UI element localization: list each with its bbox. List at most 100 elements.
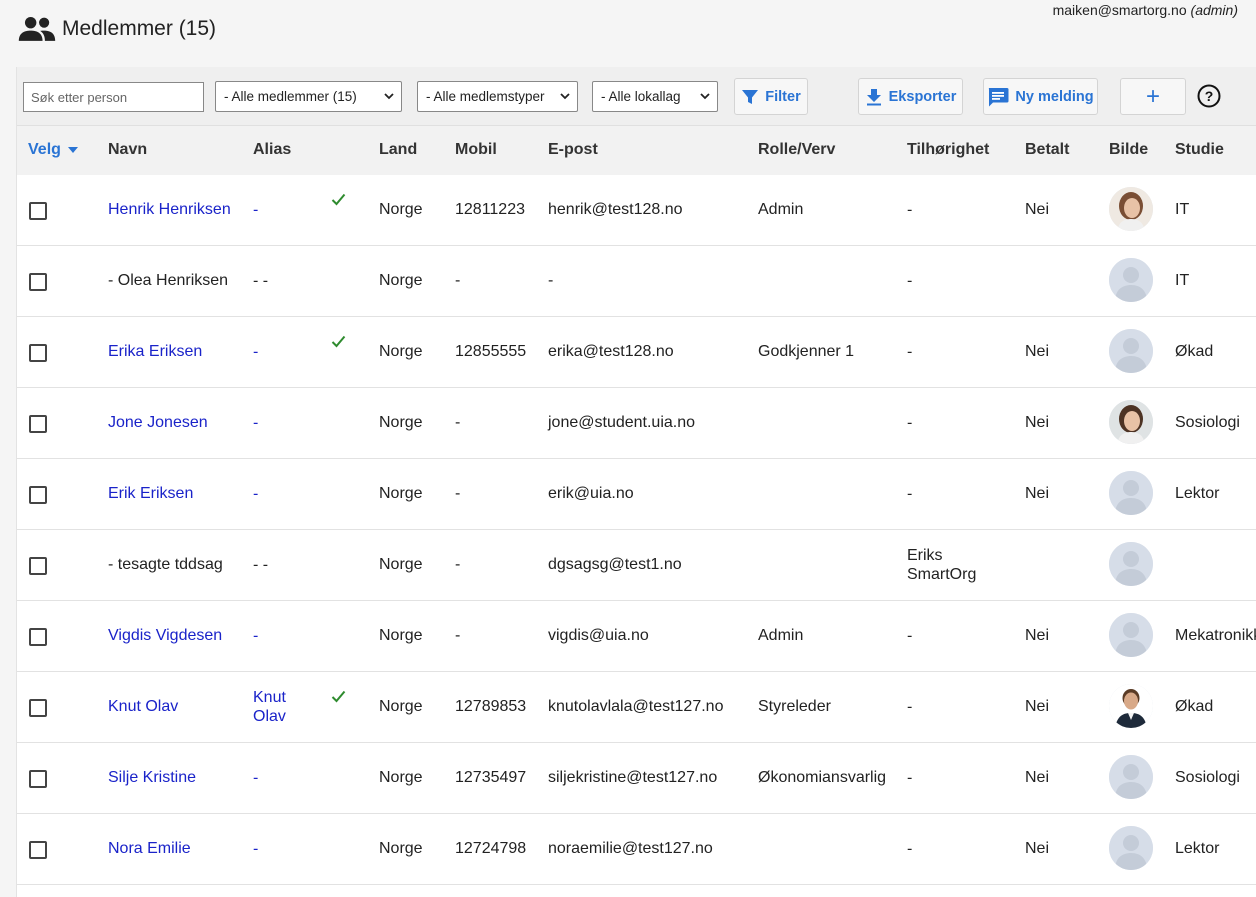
table-row[interactable]: Vigdis Vigdesen - Norge - vigdis@uia.no Admin… — [17, 601, 1256, 672]
country-column-header[interactable]: Land — [379, 141, 417, 159]
row-select-checkbox[interactable] — [29, 273, 47, 291]
members-panel: - Alle medlemmer (15) - Alle medlemstype… — [16, 67, 1256, 897]
caret-down-icon — [67, 147, 78, 153]
email-column-header[interactable]: E-post — [548, 141, 598, 159]
row-select-checkbox[interactable] — [29, 415, 47, 433]
member-role: Admin — [758, 627, 804, 644]
download-icon — [866, 88, 881, 105]
user-role: (admin) — [1190, 2, 1238, 18]
member-alias[interactable]: - — [253, 627, 299, 646]
message-icon — [989, 87, 1009, 106]
row-select-checkbox[interactable] — [29, 344, 47, 362]
member-paid: Nei — [1025, 343, 1050, 360]
member-paid: Nei — [1025, 698, 1050, 715]
table-row[interactable]: Nora Emilie - Norge 12724798 noraemilie@test… — [17, 814, 1256, 885]
avatar — [1109, 542, 1153, 586]
branches-select-value: - Alle lokallag — [601, 89, 681, 104]
export-button[interactable]: Eksporter — [858, 78, 963, 115]
row-select-checkbox[interactable] — [29, 557, 47, 575]
member-country: Norge — [379, 698, 423, 715]
table-row[interactable]: - tesagte tddsag - - Norge - dgsagsg@test1.n… — [17, 530, 1256, 601]
help-button[interactable]: ? — [1197, 84, 1221, 113]
member-alias[interactable]: - — [253, 343, 299, 362]
add-member-button[interactable]: + — [1120, 78, 1186, 115]
avatar — [1109, 471, 1153, 515]
avatar — [1109, 329, 1153, 373]
member-affiliation: - — [907, 272, 913, 290]
select-column-label: Velg — [28, 141, 61, 158]
search-input[interactable] — [23, 82, 204, 112]
member-country: Norge — [379, 201, 423, 218]
export-label: Eksporter — [888, 88, 957, 105]
affiliation-column-header[interactable]: Tilhørighet — [907, 141, 989, 159]
filter-label: Filter — [765, 88, 801, 105]
branches-select[interactable]: - Alle lokallag — [592, 81, 718, 112]
member-name: - tesagte tddsag — [108, 556, 223, 573]
table-header: Velg Navn Alias Land Mobil E-post Rolle/… — [17, 126, 1256, 176]
chevron-down-icon — [560, 93, 570, 100]
member-alias[interactable]: - — [253, 485, 299, 504]
member-name[interactable]: Jone Jonesen — [108, 414, 208, 432]
member-name[interactable]: Erika Eriksen — [108, 343, 202, 361]
table-row[interactable]: Erika Eriksen - Norge 12855555 erika@test128… — [17, 317, 1256, 388]
member-role: Økonomiansvarlig — [758, 769, 887, 786]
table-row[interactable]: Jone Jonesen - Norge - jone@student.uia.no - N… — [17, 388, 1256, 459]
page-header: Medlemmer (15) — [18, 16, 216, 42]
photo-column-header[interactable]: Bilde — [1109, 141, 1148, 159]
member-alias[interactable]: - — [253, 769, 299, 788]
member-name[interactable]: Nora Emilie — [108, 840, 191, 858]
alias-column-header[interactable]: Alias — [253, 141, 291, 159]
member-email: erik@uia.no — [548, 485, 634, 502]
page-title: Medlemmer (15) — [62, 17, 217, 40]
member-name[interactable]: Henrik Henriksen — [108, 201, 231, 219]
table-row[interactable]: Henrik Henriksen - Norge 12811223 henrik@tes… — [17, 175, 1256, 246]
avatar — [1109, 684, 1153, 728]
row-select-checkbox[interactable] — [29, 699, 47, 717]
row-select-checkbox[interactable] — [29, 841, 47, 859]
row-select-checkbox[interactable] — [29, 202, 47, 220]
chevron-down-icon — [384, 93, 394, 100]
member-types-select[interactable]: - Alle medlemstyper — [417, 81, 578, 112]
member-country: Norge — [379, 627, 423, 644]
member-study: IT — [1175, 201, 1190, 218]
member-name[interactable]: Erik Eriksen — [108, 485, 193, 503]
member-affiliation: - — [907, 840, 913, 858]
member-role: Godkjenner 1 — [758, 343, 855, 360]
filter-button[interactable]: Filter — [734, 78, 808, 115]
member-affiliation: - — [907, 627, 913, 645]
member-study: Økad — [1175, 343, 1214, 360]
row-select-checkbox[interactable] — [29, 628, 47, 646]
study-column-header[interactable]: Studie — [1175, 141, 1224, 159]
new-message-button[interactable]: Ny melding — [983, 78, 1098, 115]
row-select-checkbox[interactable] — [29, 770, 47, 788]
member-paid: Nei — [1025, 840, 1050, 857]
name-column-header[interactable]: Navn — [108, 141, 147, 159]
member-email: dgsagsg@test1.no — [548, 556, 682, 573]
table-row[interactable]: Knut Olav Knut Olav Norge 12789853 knutolavl… — [17, 672, 1256, 743]
member-alias[interactable]: - — [253, 201, 299, 220]
checkmark-icon — [331, 690, 346, 703]
member-country: Norge — [379, 272, 423, 289]
member-name[interactable]: Knut Olav — [108, 698, 178, 716]
people-icon — [18, 16, 56, 41]
paid-column-header[interactable]: Betalt — [1025, 141, 1069, 159]
row-select-checkbox[interactable] — [29, 486, 47, 504]
member-name[interactable]: Vigdis Vigdesen — [108, 627, 222, 645]
chevron-down-icon — [700, 93, 710, 100]
mobile-column-header[interactable]: Mobil — [455, 141, 497, 159]
select-column-header[interactable]: Velg — [28, 141, 79, 159]
member-alias[interactable]: Knut Olav — [253, 688, 299, 726]
member-mobile: - — [455, 556, 461, 573]
role-column-header[interactable]: Rolle/Verv — [758, 141, 835, 159]
member-paid: Nei — [1025, 414, 1050, 431]
members-select[interactable]: - Alle medlemmer (15) — [215, 81, 402, 112]
member-mobile: 12789853 — [455, 698, 527, 715]
table-row[interactable]: Silje Kristine - Norge 12735497 siljekristin… — [17, 743, 1256, 814]
table-row[interactable]: - Olea Henriksen - - Norge - - - IT — [17, 246, 1256, 317]
member-email: henrik@test128.no — [548, 201, 683, 218]
table-row[interactable]: Erik Eriksen - Norge - erik@uia.no - Nei Lektor — [17, 459, 1256, 530]
new-message-label: Ny melding — [1015, 88, 1094, 105]
member-alias[interactable]: - — [253, 414, 299, 433]
member-name[interactable]: Silje Kristine — [108, 769, 196, 787]
member-alias[interactable]: - — [253, 840, 299, 859]
